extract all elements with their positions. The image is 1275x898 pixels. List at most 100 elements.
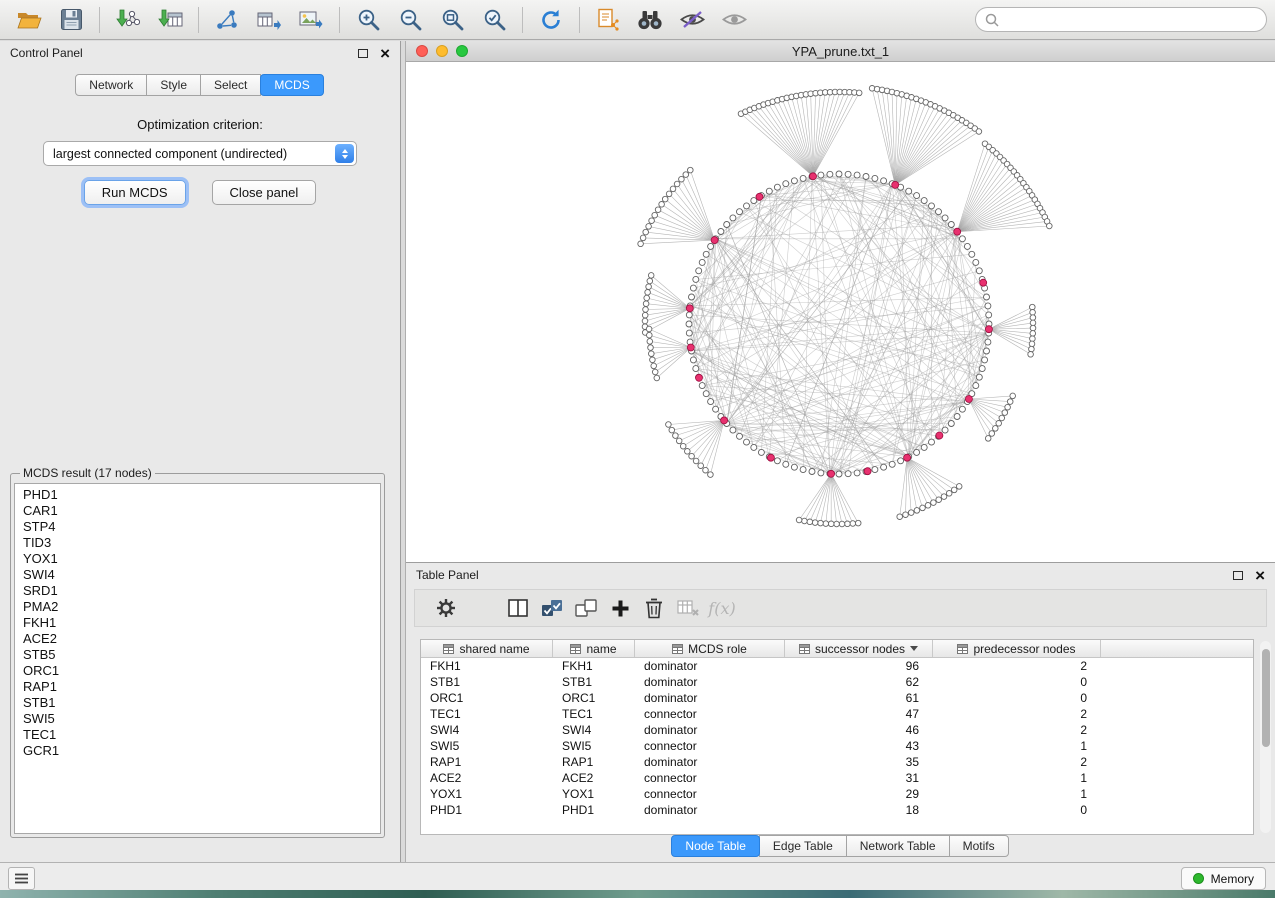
float-panel-icon[interactable] [1233,571,1243,580]
export-network-button[interactable] [206,4,248,36]
mcds-result-item[interactable]: GCR1 [15,743,380,759]
unselect-all-columns-button[interactable] [569,593,603,623]
zoom-fit-button[interactable] [431,4,473,36]
select-all-columns-button[interactable] [535,593,569,623]
tab-node-table[interactable]: Node Table [671,835,760,857]
mcds-result-item[interactable]: STP4 [15,519,380,535]
table-row[interactable]: YOX1YOX1connector291 [421,786,1253,802]
window-maximize-icon[interactable] [456,45,468,57]
mcds-result-item[interactable]: SWI5 [15,711,380,727]
unchecked-boxes-icon [575,599,597,618]
tab-motifs[interactable]: Motifs [949,835,1009,857]
table-scrollbar[interactable] [1260,641,1271,833]
zoom-out-button[interactable] [389,4,431,36]
table-settings-button[interactable] [429,593,463,623]
search-box[interactable] [975,7,1267,32]
network-window-title: YPA_prune.txt_1 [406,44,1275,59]
list-icon [14,872,29,885]
close-panel-icon[interactable]: × [380,45,390,62]
tab-network-table[interactable]: Network Table [846,835,950,857]
refresh-layout-button[interactable] [530,4,572,36]
mcds-result-list[interactable]: PHD1CAR1STP4TID3YOX1SWI4SRD1PMA2FKH1ACE2… [14,483,381,834]
mcds-result-item[interactable]: ACE2 [15,631,380,647]
find-button[interactable] [629,4,671,36]
mcds-result-item[interactable]: YOX1 [15,551,380,567]
memory-button[interactable]: Memory [1181,867,1266,890]
table-body: FKH1FKH1dominator962STB1STB1dominator620… [421,658,1253,818]
column-header-MCDS-role[interactable]: MCDS role [635,640,785,657]
export-network-icon [215,9,239,31]
run-mcds-button[interactable]: Run MCDS [84,180,186,205]
show-columns-button[interactable] [501,593,535,623]
tab-style[interactable]: Style [146,74,201,96]
export-image-button[interactable] [290,4,332,36]
mcds-result-item[interactable]: TEC1 [15,727,380,743]
mcds-result-item[interactable]: STB1 [15,695,380,711]
table-row[interactable]: ORC1ORC1dominator610 [421,690,1253,706]
chevron-down-icon [910,646,918,651]
close-panel-icon[interactable]: × [1255,567,1265,584]
save-session-button[interactable] [50,4,92,36]
mcds-result-item[interactable]: RAP1 [15,679,380,695]
function-builder-button[interactable]: f(x) [705,593,739,623]
table-row[interactable]: SWI5SWI5connector431 [421,738,1253,754]
main-toolbar [0,0,1275,40]
table-row[interactable]: PHD1PHD1dominator180 [421,802,1253,818]
search-input[interactable] [1005,13,1257,27]
table-row[interactable]: ACE2ACE2connector311 [421,770,1253,786]
table-row[interactable]: FKH1FKH1dominator962 [421,658,1253,674]
clone-network-button[interactable] [587,4,629,36]
network-window-titlebar[interactable]: YPA_prune.txt_1 [406,41,1275,62]
create-column-button[interactable] [603,593,637,623]
import-network-button[interactable] [107,4,149,36]
import-network-icon [116,9,140,31]
zoom-selected-button[interactable] [473,4,515,36]
scrollbar-thumb[interactable] [1262,649,1270,747]
float-panel-icon[interactable] [358,49,368,58]
hide-selected-button[interactable] [671,4,713,36]
import-table-icon [158,9,183,31]
column-header-name[interactable]: name [553,640,635,657]
tab-edge-table[interactable]: Edge Table [759,835,847,857]
column-type-icon [570,644,581,654]
mcds-result-item[interactable]: STB5 [15,647,380,663]
column-header-predecessor-nodes[interactable]: predecessor nodes [933,640,1101,657]
close-panel-button[interactable]: Close panel [212,180,317,205]
mcds-result-item[interactable]: TID3 [15,535,380,551]
table-row[interactable]: SWI4SWI4dominator462 [421,722,1253,738]
column-header-successor-nodes[interactable]: successor nodes [785,640,933,657]
network-canvas[interactable] [406,62,1275,562]
tab-select[interactable]: Select [200,74,261,96]
mcds-result-item[interactable]: SRD1 [15,583,380,599]
window-close-icon[interactable] [416,45,428,57]
table-row[interactable]: STB1STB1dominator620 [421,674,1253,690]
mcds-result-item[interactable]: FKH1 [15,615,380,631]
zoom-fit-icon [441,8,464,31]
zoom-in-button[interactable] [347,4,389,36]
mcds-result-item[interactable]: SWI4 [15,567,380,583]
optimization-criterion-dropdown[interactable]: largest connected component (undirected) [43,141,357,166]
task-history-button[interactable] [8,867,35,890]
network-graph[interactable] [406,62,1275,562]
open-file-button[interactable] [8,4,50,36]
column-header-shared-name[interactable]: shared name [421,640,553,657]
table-panel-title: Table Panel [416,568,479,582]
table-header: shared namenameMCDS rolesuccessor nodesp… [421,640,1253,658]
column-type-icon [672,644,683,654]
tab-mcds[interactable]: MCDS [260,74,323,96]
mcds-result-item[interactable]: ORC1 [15,663,380,679]
table-row[interactable]: RAP1RAP1dominator352 [421,754,1253,770]
table-panel: Table Panel × f(x) share [406,562,1275,862]
show-all-button[interactable] [713,4,755,36]
mcds-result-item[interactable]: PHD1 [15,487,380,503]
mcds-result-item[interactable]: PMA2 [15,599,380,615]
import-table-button[interactable] [149,4,191,36]
export-table-button[interactable] [248,4,290,36]
tab-network[interactable]: Network [75,74,147,96]
plus-icon [611,599,630,618]
mcds-result-item[interactable]: CAR1 [15,503,380,519]
window-minimize-icon[interactable] [436,45,448,57]
delete-column-button[interactable] [637,593,671,623]
table-row[interactable]: TEC1TEC1connector472 [421,706,1253,722]
delete-table-button[interactable] [671,593,705,623]
